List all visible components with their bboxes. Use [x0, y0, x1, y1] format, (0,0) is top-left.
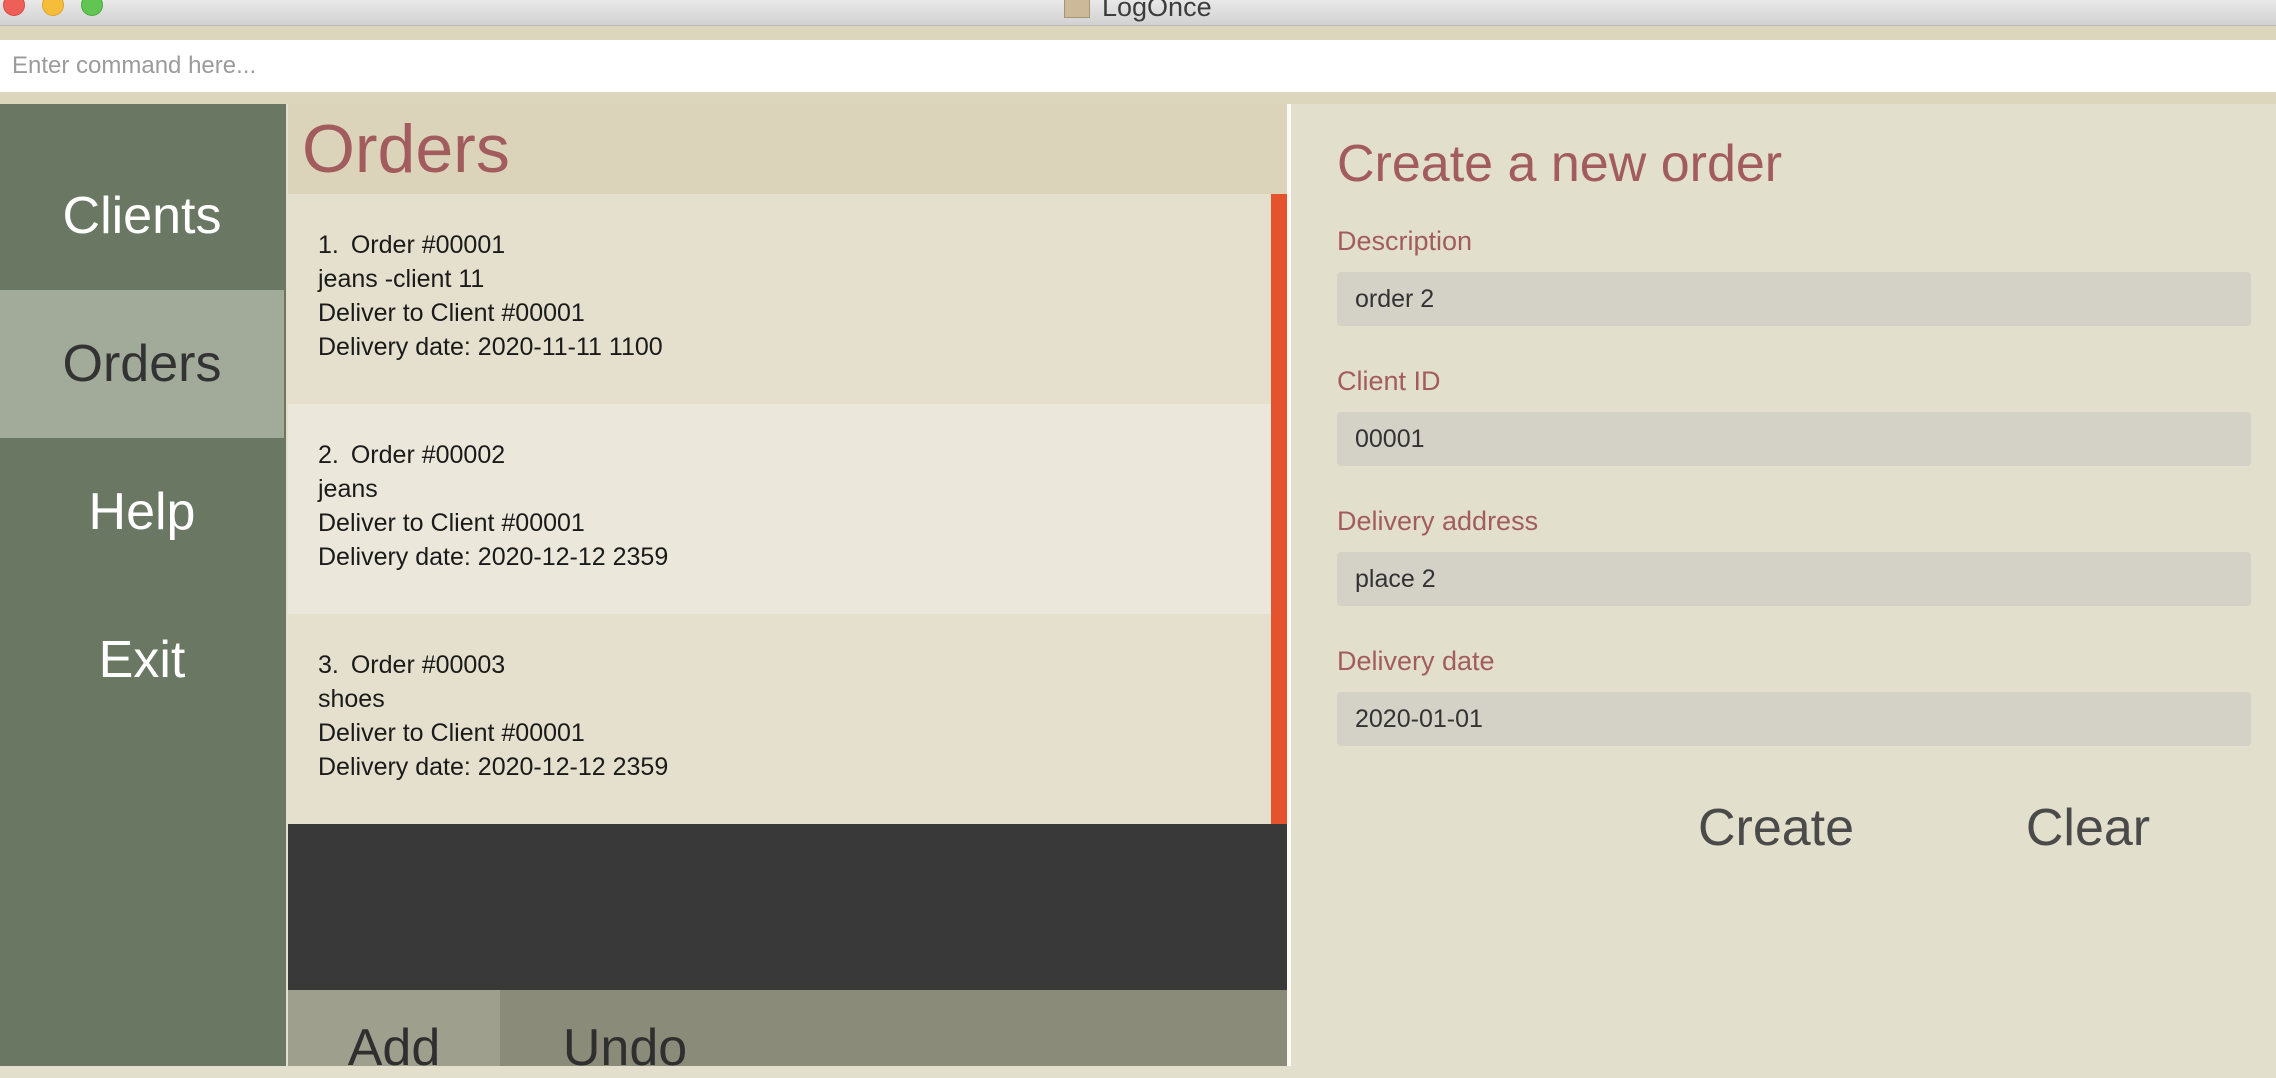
- sidebar-nav: Clients Orders Help Exit: [0, 104, 286, 1066]
- order-card[interactable]: 3. Order #00003 shoes Deliver to Client #…: [288, 614, 1271, 824]
- order-index: 1.: [318, 231, 339, 259]
- order-description: jeans -client 11: [318, 265, 485, 293]
- minimize-window-button[interactable]: [42, 0, 64, 16]
- clear-button[interactable]: Clear: [2003, 790, 2173, 866]
- sidebar-item-help[interactable]: Help: [0, 438, 284, 586]
- add-button[interactable]: Add: [288, 990, 500, 1077]
- order-id: Order #00002: [350, 441, 506, 469]
- order-list-scrollbar-thumb[interactable]: [1271, 194, 1287, 824]
- sidebar-item-exit[interactable]: Exit: [0, 586, 284, 734]
- close-window-button[interactable]: [3, 0, 25, 16]
- command-input[interactable]: [0, 40, 2276, 92]
- order-deliver-to: Deliver to Client #00001: [318, 509, 585, 537]
- sidebar-item-clients[interactable]: Clients: [0, 142, 284, 290]
- app-icon: [1064, 0, 1090, 18]
- undo-button[interactable]: Undo: [500, 990, 750, 1077]
- description-label: Description: [1337, 226, 1473, 256]
- order-delivery-date: Delivery date: 2020-12-12 2359: [318, 543, 669, 571]
- toolbar-strip: [0, 26, 2276, 40]
- create-button[interactable]: Create: [1671, 790, 1881, 866]
- orders-header: Orders: [288, 104, 1287, 194]
- client-id-label: Client ID: [1337, 366, 1441, 396]
- window-titlebar: LogOnce: [0, 0, 2276, 26]
- order-deliver-to: Deliver to Client #00001: [318, 719, 585, 747]
- order-index: 3.: [318, 651, 339, 679]
- delivery-address-label: Delivery address: [1337, 506, 1539, 536]
- create-order-form: Create a new order Description Client ID…: [1291, 104, 2276, 1066]
- orders-panel: Orders 1. Order #00001 jeans -client 11 D…: [288, 104, 1287, 1077]
- order-list[interactable]: 1. Order #00001 jeans -client 11 Deliver …: [288, 194, 1287, 824]
- window-title: LogOnce: [1102, 0, 1212, 22]
- order-card[interactable]: 2. Order #00002 jeans Deliver to Client #…: [288, 404, 1271, 614]
- order-description: shoes: [318, 685, 385, 713]
- orders-button-bar: Add Undo: [288, 990, 1287, 1077]
- maximize-window-button[interactable]: [81, 0, 103, 16]
- order-description: jeans: [318, 475, 378, 503]
- client-id-field[interactable]: [1337, 412, 2251, 466]
- sidebar-item-orders[interactable]: Orders: [0, 290, 284, 438]
- order-deliver-to: Deliver to Client #00001: [318, 299, 585, 327]
- order-id: Order #00001: [350, 231, 506, 259]
- delivery-date-field[interactable]: [1337, 692, 2251, 746]
- orders-title: Orders: [302, 111, 510, 187]
- order-delivery-date: Delivery date: 2020-11-11 1100: [318, 333, 663, 361]
- delivery-address-field[interactable]: [1337, 552, 2251, 606]
- description-field[interactable]: [1337, 272, 2251, 326]
- form-title: Create a new order: [1337, 135, 1783, 193]
- result-display: [288, 824, 1287, 990]
- order-card[interactable]: 1. Order #00001 jeans -client 11 Deliver …: [288, 194, 1271, 404]
- command-strip: [0, 92, 2276, 104]
- order-index: 2.: [318, 441, 339, 469]
- delivery-date-label: Delivery date: [1337, 646, 1495, 676]
- order-id: Order #00003: [350, 651, 506, 679]
- order-delivery-date: Delivery date: 2020-12-12 2359: [318, 753, 669, 781]
